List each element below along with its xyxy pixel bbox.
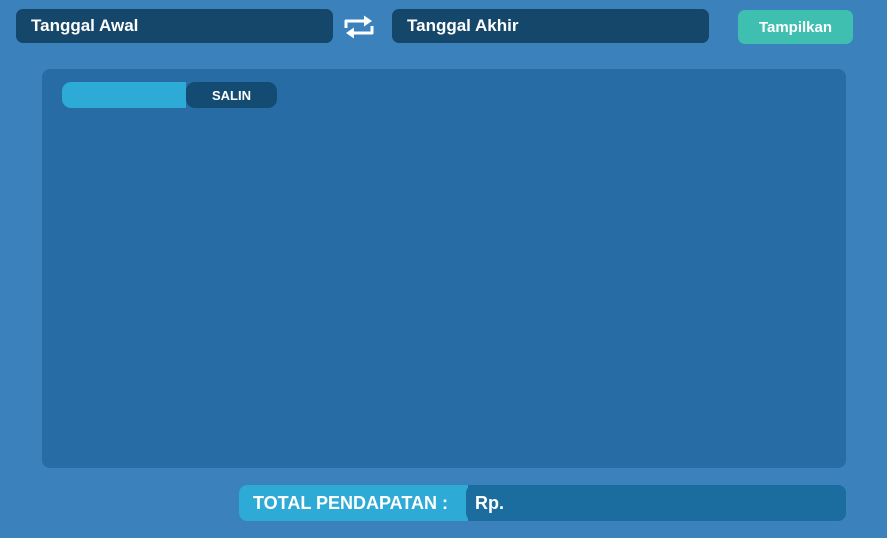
copy-text-field[interactable] — [62, 82, 186, 108]
total-income-label: TOTAL PENDAPATAN : — [239, 485, 468, 521]
end-date-input[interactable] — [392, 9, 709, 43]
start-date-input[interactable] — [16, 9, 333, 43]
content-panel: SALIN — [42, 69, 846, 468]
copy-button[interactable]: SALIN — [186, 82, 277, 108]
total-income-value: Rp. — [466, 485, 846, 521]
copy-group: SALIN — [62, 82, 277, 108]
show-button[interactable]: Tampilkan — [738, 10, 853, 44]
swap-arrows-icon[interactable] — [342, 14, 376, 40]
total-income-bar: TOTAL PENDAPATAN : Rp. — [239, 485, 846, 521]
